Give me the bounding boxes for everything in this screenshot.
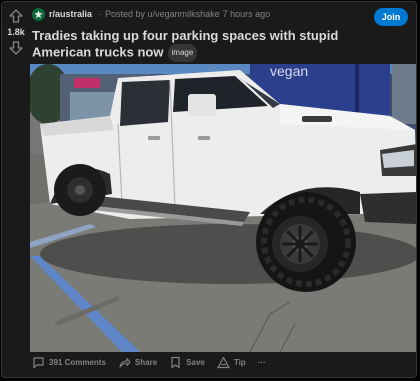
subreddit-icon[interactable]	[32, 7, 45, 21]
post-image[interactable]: vegan	[30, 64, 416, 352]
share-button[interactable]: Share	[118, 356, 157, 369]
store-sign-text: vegan	[270, 64, 308, 79]
post-card[interactable]: 1.8k r/australia · Posted by u/veganmilk…	[1, 1, 417, 378]
join-button[interactable]: Join	[374, 8, 408, 26]
truck-photo: vegan	[30, 64, 416, 352]
comments-count: 391 Comments	[49, 358, 106, 367]
subreddit-link[interactable]: r/australia	[49, 9, 92, 19]
post-flair: image	[167, 44, 198, 62]
tip-icon	[217, 356, 230, 369]
save-button[interactable]: Save	[169, 356, 205, 369]
post-time: 7 hours ago	[222, 9, 271, 19]
upvote-icon[interactable]	[8, 8, 24, 24]
comments-button[interactable]: 391 Comments	[32, 356, 106, 369]
post-meta: r/australia · Posted by u/veganmilkshake…	[32, 2, 416, 26]
save-label: Save	[186, 358, 205, 367]
post-title[interactable]: Tradies taking up four parking spaces wi…	[32, 28, 416, 62]
post-actions-bar: 391 Comments Share Save Tip ···	[32, 356, 278, 369]
share-label: Share	[134, 358, 158, 367]
vote-score: 1.8k	[7, 27, 25, 37]
comment-icon	[33, 357, 44, 369]
post-content: r/australia · Posted by u/veganmilkshake…	[32, 2, 416, 62]
more-icon: ···	[257, 358, 266, 367]
share-icon	[119, 357, 131, 368]
posted-by-link[interactable]: Posted by u/veganmilkshake	[105, 9, 220, 19]
tip-label: Tip	[233, 358, 246, 367]
more-options-button[interactable]: ···	[258, 358, 266, 367]
downvote-icon[interactable]	[8, 40, 24, 56]
vote-column: 1.8k	[2, 2, 30, 56]
tip-button[interactable]: Tip	[217, 356, 246, 369]
meta-separator: ·	[99, 9, 103, 19]
bookmark-icon	[171, 356, 180, 369]
